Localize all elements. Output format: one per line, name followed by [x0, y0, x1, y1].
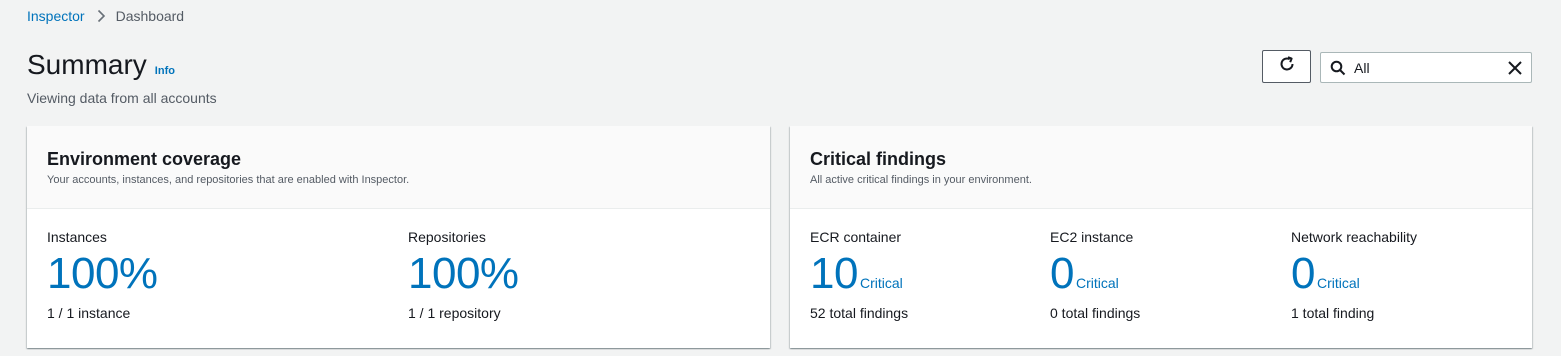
breadcrumb-current: Dashboard: [115, 8, 185, 24]
account-filter-input[interactable]: All: [1320, 52, 1532, 83]
metric-ecr-container: ECR container 10 Critical 52 total findi…: [810, 229, 908, 321]
metric-value: 100%: [47, 249, 158, 298]
breadcrumb: Inspector Dashboard: [27, 8, 184, 24]
metric-value[interactable]: 0: [1050, 251, 1074, 297]
critical-metrics: ECR container 10 Critical 52 total findi…: [790, 209, 1532, 347]
metric-label: EC2 instance: [1050, 229, 1134, 245]
metric-detail: 1 / 1 instance: [47, 305, 131, 321]
critical-severity-link[interactable]: Critical: [860, 275, 903, 291]
page-header: Summary Info: [27, 47, 175, 83]
breadcrumb-inspector-link[interactable]: Inspector: [27, 8, 85, 24]
metric-detail: 1 / 1 repository: [408, 305, 501, 321]
card-description: Your accounts, instances, and repositori…: [47, 174, 410, 186]
metric-repositories: Repositories 100% 1 / 1 repository: [408, 229, 519, 321]
metric-value: 100%: [408, 249, 519, 298]
metric-value[interactable]: 0: [1291, 251, 1315, 297]
metric-instances: Instances 100% 1 / 1 instance: [47, 229, 158, 321]
environment-coverage-card: Environment coverage Your accounts, inst…: [27, 126, 770, 348]
metric-label: Instances: [47, 229, 107, 245]
critical-severity-link[interactable]: Critical: [1317, 275, 1360, 291]
critical-severity-link[interactable]: Critical: [1076, 275, 1119, 291]
clear-filter-button[interactable]: [1507, 60, 1523, 76]
metric-value[interactable]: 10: [810, 251, 858, 297]
metric-detail: 1 total finding: [1291, 305, 1375, 321]
refresh-icon: [1278, 55, 1296, 78]
chevron-right-icon: [97, 9, 106, 23]
card-header: Environment coverage Your accounts, inst…: [27, 126, 770, 209]
page-title: Summary: [27, 49, 147, 80]
close-icon: [1508, 60, 1522, 75]
card-description: All active critical findings in your env…: [810, 174, 1032, 186]
metric-detail: 0 total findings: [1050, 305, 1141, 321]
critical-findings-card: Critical findings All active critical fi…: [790, 126, 1532, 348]
card-title: Environment coverage: [47, 149, 242, 169]
card-title: Critical findings: [810, 149, 947, 169]
filter-value: All: [1354, 59, 1370, 76]
metric-label: ECR container: [810, 229, 902, 245]
metric-network-reachability: Network reachability 0 Critical 1 total …: [1291, 229, 1417, 321]
metric-ec2-instance: EC2 instance 0 Critical 0 total findings: [1050, 229, 1140, 321]
metric-label: Repositories: [408, 229, 486, 245]
page-subtitle: Viewing data from all accounts: [27, 90, 217, 106]
refresh-button[interactable]: [1262, 50, 1311, 83]
coverage-metrics: Instances 100% 1 / 1 instance Repositori…: [27, 209, 770, 347]
card-header: Critical findings All active critical fi…: [790, 126, 1532, 209]
metric-label: Network reachability: [1291, 229, 1418, 245]
metric-detail: 52 total findings: [810, 305, 909, 321]
search-icon: [1330, 60, 1346, 76]
info-link[interactable]: Info: [155, 65, 175, 77]
